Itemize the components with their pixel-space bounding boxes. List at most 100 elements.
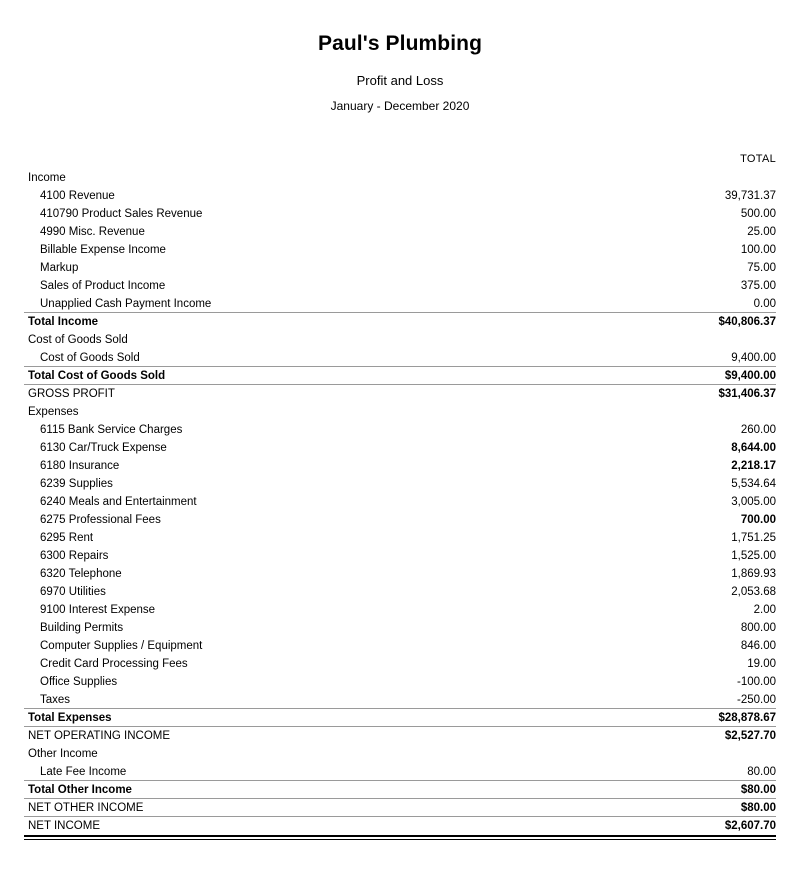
row-amount: 80.00 (747, 765, 776, 778)
report-header: Paul's Plumbing Profit and Loss January … (0, 0, 800, 115)
profit-and-loss-table: TOTAL Income 4100 Revenue 39,731.37 410790 … (24, 149, 776, 835)
table-row: GROSS PROFIT $31,406.37 (24, 384, 776, 403)
table-row: Office Supplies -100.00 (24, 673, 776, 691)
row-label: Building Permits (40, 621, 124, 634)
row-amount: 19.00 (747, 657, 776, 670)
row-label: NET OPERATING INCOME (24, 726, 644, 745)
row-label: Sales of Product Income (40, 279, 166, 292)
table-row: Late Fee Income 80.00 (24, 763, 776, 781)
row-label: Credit Card Processing Fees (40, 657, 188, 670)
row-amount: -100.00 (736, 675, 776, 688)
row-label: Office Supplies (40, 675, 118, 688)
row-amount: 260.00 (740, 423, 776, 436)
row-label: 6180 Insurance (40, 459, 120, 472)
table-row: Total Expenses $28,878.67 (24, 708, 776, 727)
row-label: Total Income (24, 312, 644, 331)
row-amount: $2,607.70 (644, 816, 776, 835)
table-row: 6300 Repairs 1,525.00 (24, 547, 776, 565)
row-amount: 846.00 (740, 639, 776, 652)
row-amount (644, 745, 776, 763)
row-label: Unapplied Cash Payment Income (40, 297, 212, 310)
table-row: Cost of Goods Sold (24, 331, 776, 349)
table-row: 6275 Professional Fees 700.00 (24, 511, 776, 529)
table-row: 410790 Product Sales Revenue 500.00 (24, 205, 776, 223)
row-label: Cost of Goods Sold (28, 333, 128, 346)
total-column-header: TOTAL (740, 152, 776, 165)
row-label: 6115 Bank Service Charges (40, 423, 183, 436)
row-label: Total Other Income (24, 780, 644, 799)
table-row: 6239 Supplies 5,534.64 (24, 475, 776, 493)
table-row: Sales of Product Income 375.00 (24, 277, 776, 295)
row-label: 6320 Telephone (40, 567, 122, 580)
table-row: Total Income $40,806.37 (24, 312, 776, 331)
row-amount (644, 403, 776, 421)
table-row: Computer Supplies / Equipment 846.00 (24, 637, 776, 655)
row-label: 4990 Misc. Revenue (40, 225, 145, 238)
row-label: Total Expenses (24, 708, 644, 727)
table-row: 6320 Telephone 1,869.93 (24, 565, 776, 583)
table-body: Income 4100 Revenue 39,731.37 410790 Produc… (24, 169, 776, 835)
profit-and-loss-report: Paul's Plumbing Profit and Loss January … (0, 0, 800, 840)
row-amount: 39,731.37 (724, 189, 776, 202)
row-label: NET OTHER INCOME (24, 798, 644, 817)
row-amount: 500.00 (740, 207, 776, 220)
row-amount (644, 331, 776, 349)
row-label: Income (28, 171, 66, 184)
row-label: Cost of Goods Sold (40, 351, 140, 364)
row-amount: 1,525.00 (731, 549, 776, 562)
table-row: 6115 Bank Service Charges 260.00 (24, 421, 776, 439)
row-amount: 8,644.00 (731, 441, 776, 454)
table-row: Cost of Goods Sold 9,400.00 (24, 349, 776, 367)
row-amount: 75.00 (747, 261, 776, 274)
row-label: Billable Expense Income (40, 243, 166, 256)
row-amount: 2,053.68 (731, 585, 776, 598)
row-label: 6295 Rent (40, 531, 94, 544)
table-closing-rule (24, 834, 776, 840)
table-row: Expenses (24, 403, 776, 421)
row-amount: $80.00 (644, 798, 776, 817)
table-row: 6130 Car/Truck Expense 8,644.00 (24, 439, 776, 457)
row-label: GROSS PROFIT (24, 384, 644, 403)
row-amount: 800.00 (740, 621, 776, 634)
row-label: Late Fee Income (40, 765, 127, 778)
row-label: 4100 Revenue (40, 189, 115, 202)
row-amount: 1,751.25 (731, 531, 776, 544)
row-label: 6970 Utilities (40, 585, 106, 598)
row-label: 6275 Professional Fees (40, 513, 161, 526)
row-label: Total Cost of Goods Sold (24, 366, 644, 385)
table-row: 6240 Meals and Entertainment 3,005.00 (24, 493, 776, 511)
table-row: Taxes -250.00 (24, 691, 776, 709)
row-label: 6239 Supplies (40, 477, 113, 490)
company-name: Paul's Plumbing (317, 32, 482, 55)
table-row: NET OTHER INCOME $80.00 (24, 798, 776, 817)
row-label: Taxes (40, 693, 71, 706)
row-label: 6130 Car/Truck Expense (40, 441, 167, 454)
row-amount: 3,005.00 (731, 495, 776, 508)
table-row: 6295 Rent 1,751.25 (24, 529, 776, 547)
row-amount: 25.00 (747, 225, 776, 238)
row-label: Computer Supplies / Equipment (40, 639, 203, 652)
table-row: Markup 75.00 (24, 259, 776, 277)
row-label: Other Income (28, 747, 98, 760)
row-amount: 0.00 (753, 297, 776, 310)
row-amount (644, 169, 776, 187)
row-amount: $31,406.37 (644, 384, 776, 403)
table-row: Total Cost of Goods Sold $9,400.00 (24, 366, 776, 385)
row-amount: 700.00 (740, 513, 776, 526)
table-row: 6970 Utilities 2,053.68 (24, 583, 776, 601)
row-label: Markup (40, 261, 79, 274)
row-label: 6300 Repairs (40, 549, 109, 562)
row-amount: 1,869.93 (731, 567, 776, 580)
row-amount: $2,527.70 (644, 726, 776, 745)
row-amount: 9,400.00 (731, 351, 776, 364)
row-amount: $80.00 (644, 780, 776, 799)
table-row: Income (24, 169, 776, 187)
table-row: Total Other Income $80.00 (24, 780, 776, 799)
row-amount: $28,878.67 (644, 708, 776, 727)
row-amount: 2.00 (753, 603, 776, 616)
table-row: 6180 Insurance 2,218.17 (24, 457, 776, 475)
table-row: NET OPERATING INCOME $2,527.70 (24, 726, 776, 745)
table-row: Credit Card Processing Fees 19.00 (24, 655, 776, 673)
table-row: 4990 Misc. Revenue 25.00 (24, 223, 776, 241)
account-column-header (24, 149, 644, 169)
